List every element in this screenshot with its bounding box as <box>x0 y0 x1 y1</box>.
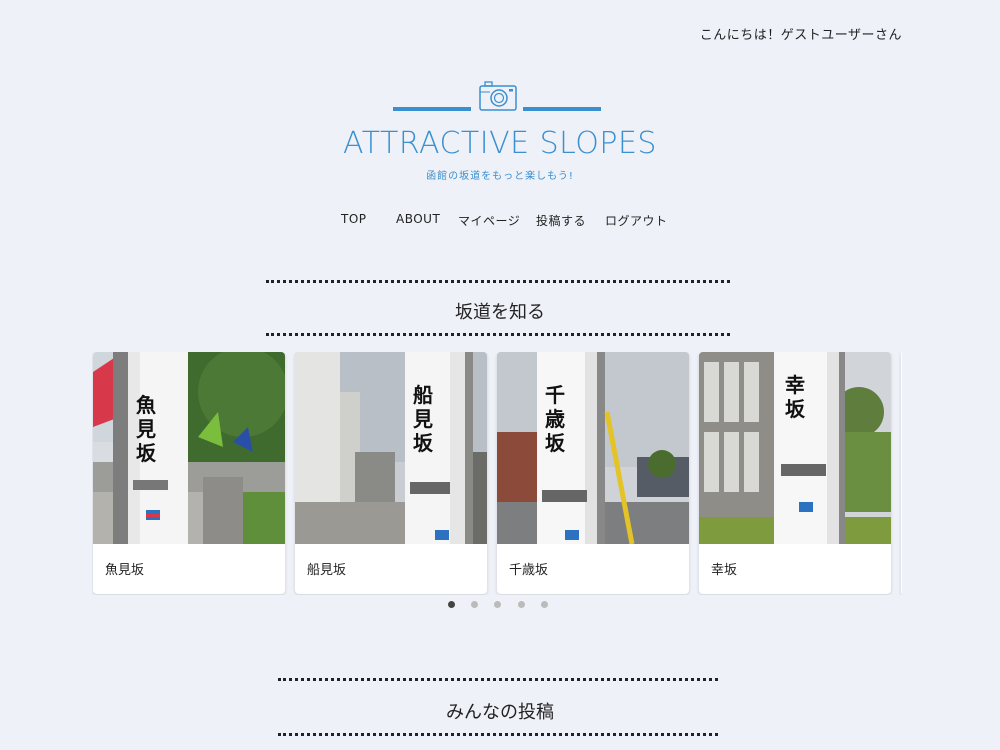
section-divider-top <box>278 678 718 681</box>
site-title: ATTRACTIVE SLOPES <box>343 126 657 161</box>
slope-photo: 船 見 坂 <box>295 352 487 544</box>
slope-photo: 千 歳 坂 <box>497 352 689 544</box>
slope-card[interactable]: 千 歳 坂 千歳坂 <box>497 352 689 594</box>
greeting-text: こんにちは！ゲストユーザーさん <box>699 28 902 43</box>
section-title-posts: みんなの投稿 <box>446 702 554 723</box>
sign-text: 千 <box>545 383 565 407</box>
logo-line-left <box>393 107 471 111</box>
nav-logout[interactable]: ログアウト <box>605 212 668 229</box>
slope-card-peek[interactable] <box>901 352 902 594</box>
camera-icon <box>479 81 517 111</box>
slope-card-label: 船見坂 <box>307 563 347 578</box>
slope-card[interactable]: 船 見 坂 船見坂 <box>295 352 487 594</box>
carousel-dot[interactable] <box>471 601 478 608</box>
slope-carousel[interactable]: 魚 見 坂 魚見坂 船 見 坂 船見坂 千 歳 坂 千歳坂 幸 坂 幸坂 <box>92 352 902 595</box>
sign-text: 見 <box>136 417 156 441</box>
main-nav: TOP ABOUT マイページ 投稿する ログアウト <box>0 212 1000 230</box>
sign-text: 坂 <box>136 441 157 465</box>
nav-mypage[interactable]: マイページ <box>458 212 520 229</box>
carousel-dot[interactable] <box>494 601 501 608</box>
sign-text: 歳 <box>545 407 565 431</box>
slope-card[interactable]: 魚 見 坂 魚見坂 <box>93 352 285 594</box>
slope-card-label: 魚見坂 <box>105 563 145 578</box>
sign-text: 坂 <box>413 431 434 455</box>
sign-text: 見 <box>413 407 433 431</box>
nav-about[interactable]: ABOUT <box>396 212 440 226</box>
section-title-slopes: 坂道を知る <box>455 302 545 323</box>
slope-card-label: 千歳坂 <box>509 563 549 578</box>
sign-text: 坂 <box>545 431 566 455</box>
site-subtitle: 函館の坂道をもっと楽しもう! <box>426 171 574 182</box>
sign-text: 魚 <box>136 393 156 417</box>
nav-post[interactable]: 投稿する <box>536 212 586 229</box>
sign-text: 船 <box>413 383 433 407</box>
carousel-dot[interactable] <box>518 601 525 608</box>
slope-card[interactable]: 幸 坂 幸坂 <box>699 352 891 594</box>
slope-card-label: 幸坂 <box>711 563 738 578</box>
logo-line-right <box>523 107 601 111</box>
slope-photo: 魚 見 坂 <box>93 352 285 544</box>
slope-photo: 幸 坂 <box>699 352 891 544</box>
section-divider-bottom <box>266 333 730 336</box>
carousel-dot[interactable] <box>541 601 548 608</box>
section-divider-top <box>266 280 730 283</box>
sign-text: 幸 <box>785 373 805 397</box>
nav-top[interactable]: TOP <box>341 212 367 226</box>
sign-text: 坂 <box>785 397 806 421</box>
section-divider-bottom <box>278 733 718 736</box>
carousel-dot[interactable] <box>448 601 455 608</box>
